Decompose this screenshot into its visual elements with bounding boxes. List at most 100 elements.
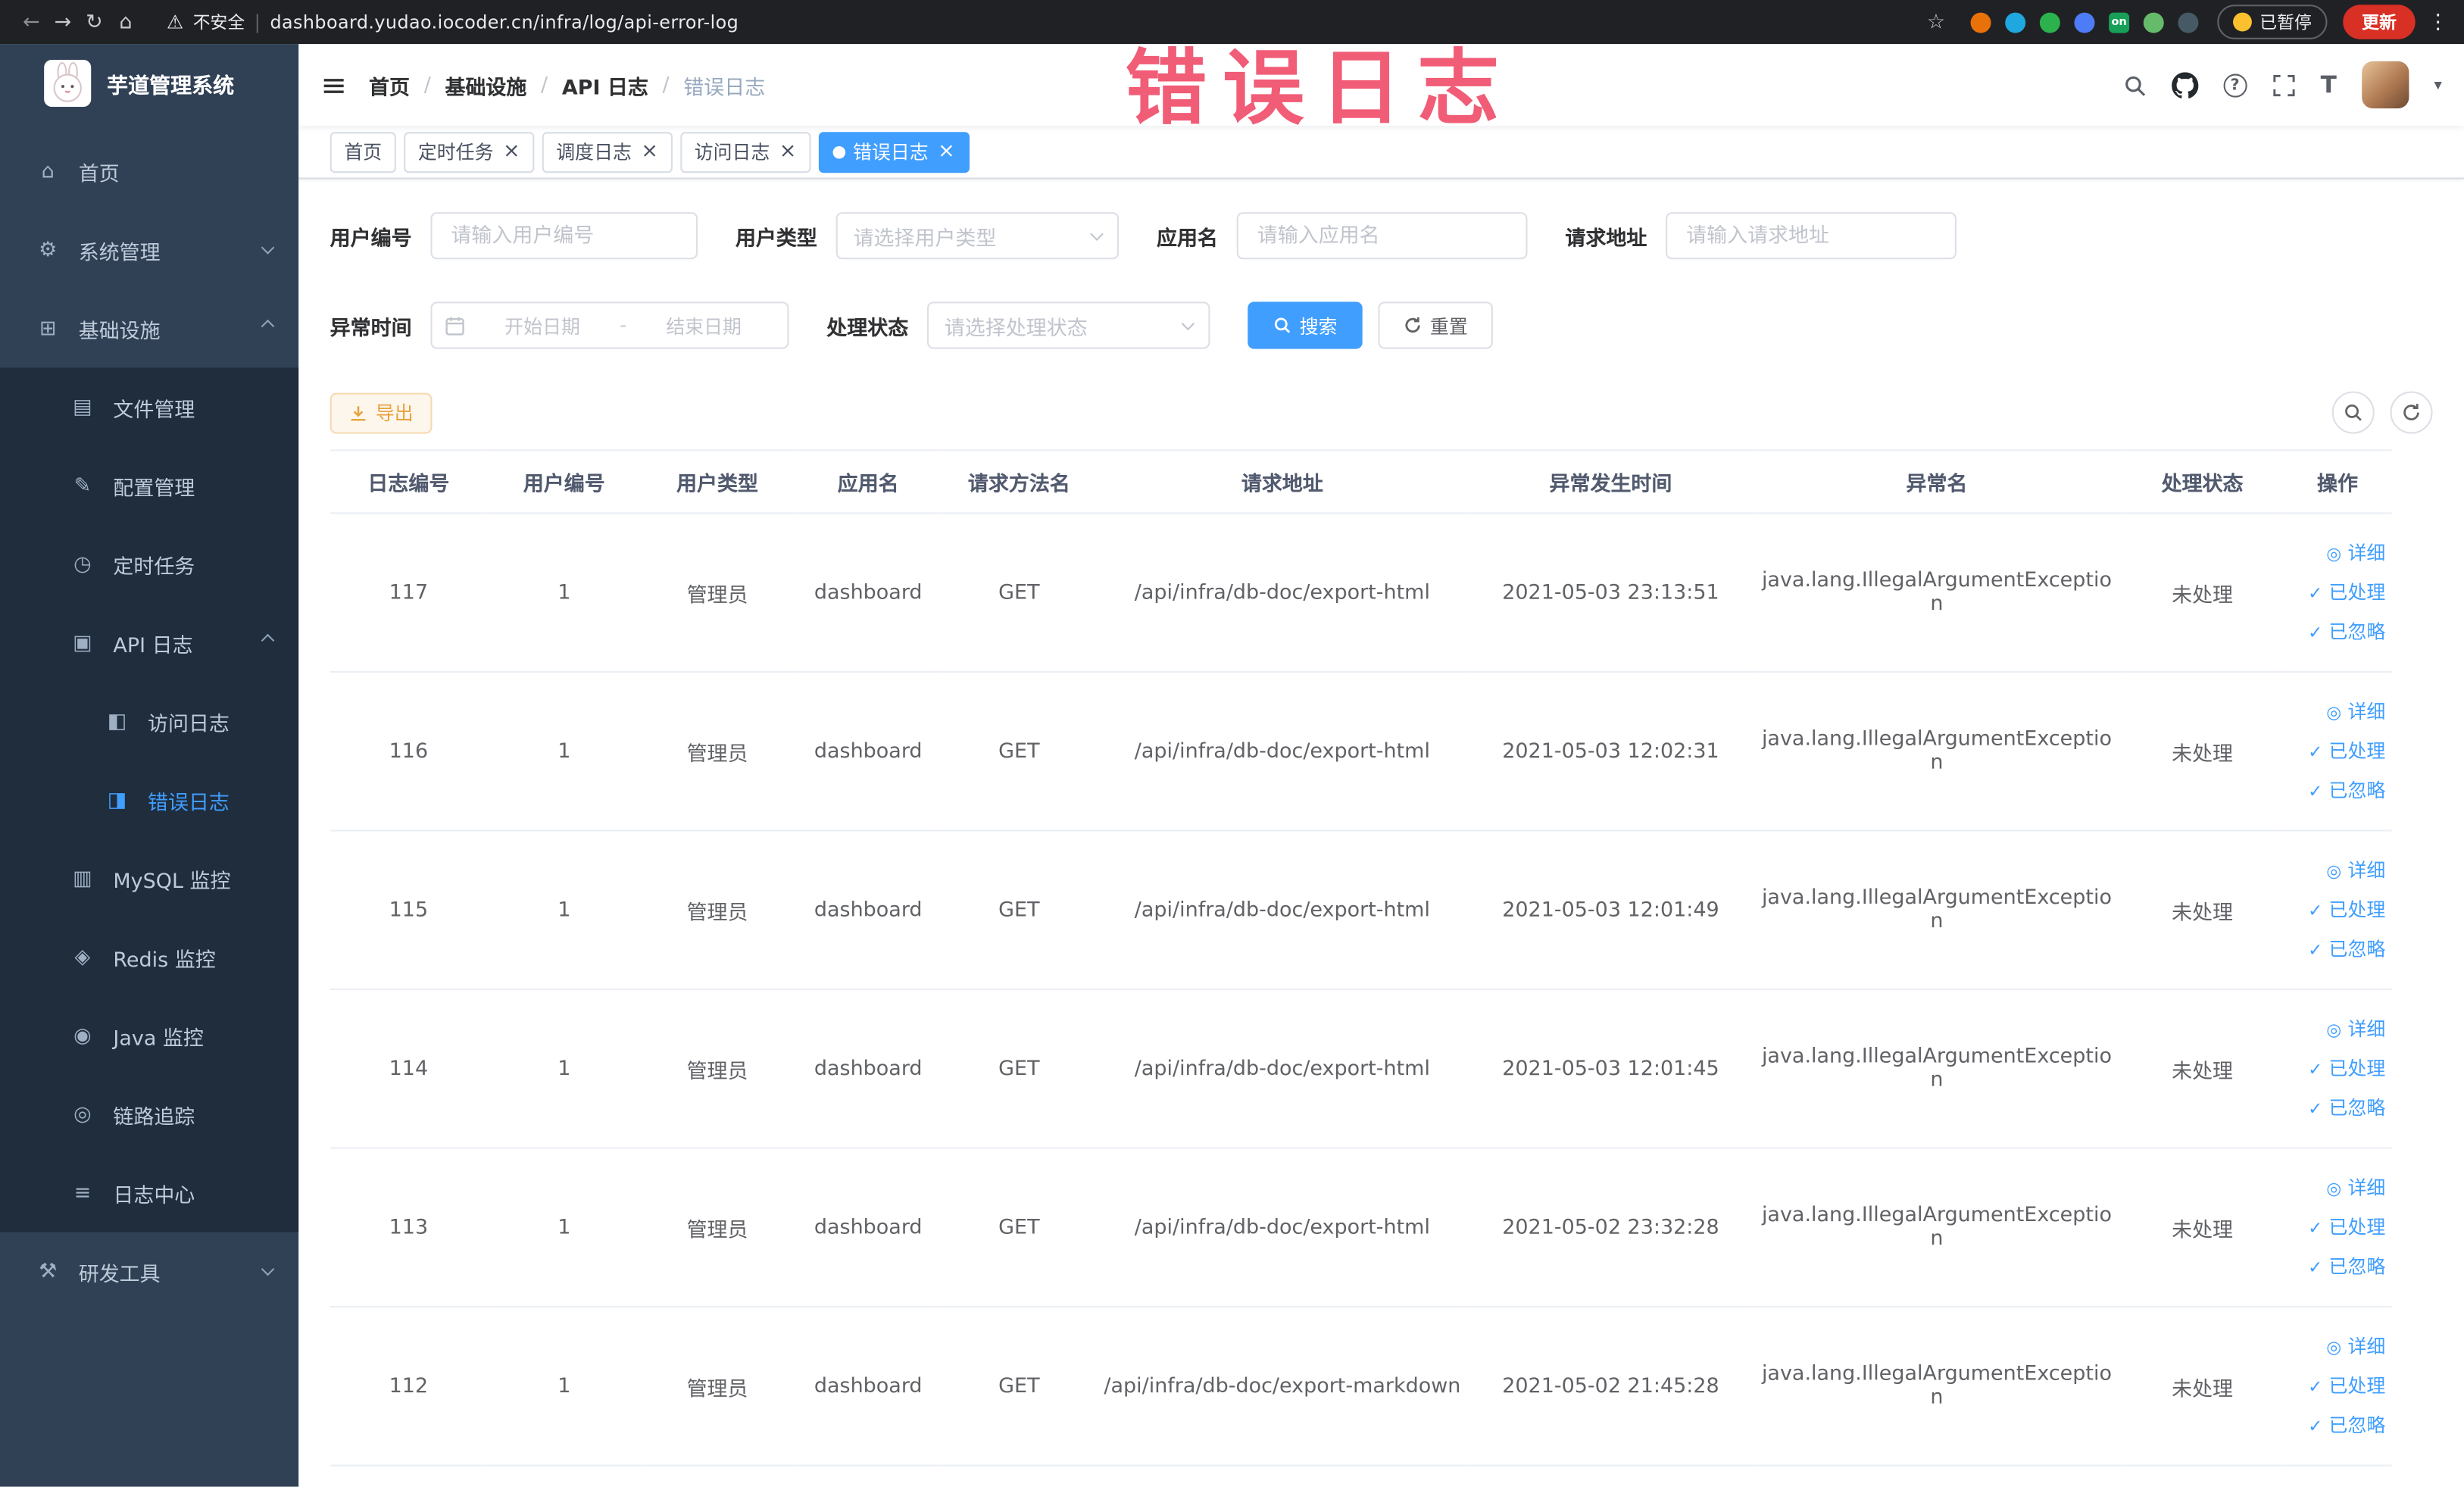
date-range-picker[interactable]: 开始日期 - 结束日期: [430, 301, 789, 349]
action-label: 已处理: [2328, 739, 2386, 762]
browser-menu-icon[interactable]: ⋮: [2428, 10, 2448, 33]
action-detail-link[interactable]: ◎ 详细: [2290, 851, 2385, 890]
action-detail-link[interactable]: ◎ 详细: [2290, 1010, 2385, 1049]
hamburger-icon[interactable]: ≡: [298, 66, 369, 104]
extension-dark-paw[interactable]: [2178, 11, 2199, 33]
paused-extension-badge[interactable]: 已暂停: [2217, 5, 2328, 39]
reload-icon[interactable]: ↻: [79, 10, 110, 33]
sidebar-item-trace[interactable]: ◎ 链路追踪: [0, 1075, 299, 1154]
site-security-chip[interactable]: ⚠ 不安全: [167, 9, 245, 34]
sidebar-item-java-monitor[interactable]: ◉ Java 监控: [0, 996, 299, 1076]
table-tools: [2331, 391, 2433, 434]
extension-green-on-badge[interactable]: on: [2109, 11, 2130, 33]
action-processed-link[interactable]: ✓ 已处理: [2290, 890, 2385, 929]
filter-row-2: 异常时间 开始日期 - 结束日期 处理状态 请选择处理状态 搜索 重置: [330, 301, 2433, 349]
fullscreen-icon[interactable]: [2272, 73, 2295, 96]
close-icon[interactable]: ×: [938, 142, 955, 162]
action-ignored-link[interactable]: ✓ 已忽略: [2290, 1406, 2385, 1445]
emoji-icon: [2233, 12, 2252, 32]
user-avatar[interactable]: [2362, 61, 2409, 109]
search-icon[interactable]: [2122, 73, 2146, 96]
update-button[interactable]: 更新: [2343, 5, 2416, 39]
extension-blue-grid[interactable]: [2074, 11, 2095, 33]
sidebar-item-label: 错误日志: [148, 791, 230, 815]
action-detail-link[interactable]: ◎ 详细: [2290, 1168, 2385, 1207]
action-detail-link[interactable]: ◎ 详细: [2290, 692, 2385, 732]
check-icon: ✓: [2308, 582, 2323, 603]
user-type-select[interactable]: 请选择用户类型: [835, 212, 1120, 260]
cell-exception: java.lang.IllegalArgumentException: [1752, 513, 2122, 673]
sidebar-item-scheduled-tasks[interactable]: ◷ 定时任务: [0, 524, 299, 604]
user-id-input[interactable]: [430, 212, 698, 260]
action-detail-link[interactable]: ◎ 详细: [2290, 533, 2385, 573]
sidebar-item-config-management[interactable]: ✎ 配置管理: [0, 446, 299, 525]
action-ignored-link[interactable]: ✓ 已忽略: [2290, 1089, 2385, 1128]
sidebar-item-dev-tools[interactable]: ⚒ 研发工具: [0, 1232, 298, 1311]
date-start-placeholder[interactable]: 开始日期: [471, 312, 613, 339]
caret-down-icon[interactable]: ▾: [2434, 77, 2442, 94]
column-header-exception-name: 异常名: [1752, 449, 2122, 514]
refresh-button[interactable]: [2390, 391, 2433, 434]
action-ignored-link[interactable]: ✓ 已忽略: [2290, 612, 2385, 651]
hide-search-button[interactable]: [2331, 391, 2375, 434]
back-icon[interactable]: ←: [16, 10, 47, 33]
tab-access-log[interactable]: 访问日志 ×: [680, 131, 811, 173]
breadcrumb-item[interactable]: API 日志: [562, 70, 648, 100]
action-ignored-link[interactable]: ✓ 已忽略: [2290, 771, 2385, 811]
cell-app: dashboard: [793, 1307, 943, 1467]
sidebar-item-file-management[interactable]: ▤ 文件管理: [0, 367, 299, 447]
chevron-down-icon: [1181, 316, 1195, 330]
table-row: 117 1 管理员 dashboard GET/api/infra/db-doc/exp…: [329, 513, 2392, 673]
sidebar-item-redis-monitor[interactable]: ◈ Redis 监控: [0, 917, 299, 997]
process-status-select[interactable]: 请选择处理状态: [927, 301, 1210, 349]
reset-button[interactable]: 重置: [1378, 301, 1494, 349]
action-processed-link[interactable]: ✓ 已处理: [2290, 1049, 2385, 1089]
action-processed-link[interactable]: ✓ 已处理: [2290, 732, 2386, 771]
extension-orange-circle[interactable]: [1970, 11, 1991, 33]
help-icon[interactable]: ?: [2223, 73, 2247, 97]
extension-green-circle[interactable]: [2039, 11, 2060, 33]
tab-scheduled-tasks[interactable]: 定时任务 ×: [404, 131, 535, 173]
sidebar-item-error-log[interactable]: ◨ 错误日志: [0, 761, 299, 839]
extension-leaf[interactable]: [2143, 11, 2164, 33]
github-icon[interactable]: [2171, 71, 2198, 98]
export-button[interactable]: 导出: [329, 392, 433, 433]
action-ignored-link[interactable]: ✓ 已忽略: [2290, 1247, 2385, 1286]
browser-home-icon[interactable]: ⌂: [110, 10, 141, 33]
mysql-icon: ▥: [73, 867, 92, 891]
tab-schedule-log[interactable]: 调度日志 ×: [542, 131, 673, 173]
action-processed-link[interactable]: ✓ 已处理: [2290, 1367, 2385, 1406]
sidebar-item-home[interactable]: ⌂ 首页: [0, 132, 298, 211]
action-processed-link[interactable]: ✓ 已处理: [2290, 573, 2385, 612]
action-detail-link[interactable]: ◎ 详细: [2290, 1327, 2385, 1367]
close-icon[interactable]: ×: [779, 142, 797, 162]
breadcrumb-item[interactable]: 基础设施: [445, 70, 526, 100]
extension-blue-drop[interactable]: [2005, 11, 2026, 33]
sidebar-item-access-log[interactable]: ◧ 访问日志: [0, 682, 299, 761]
sidebar-item-api-log[interactable]: ▣ API 日志: [0, 603, 299, 683]
app-name-input[interactable]: [1236, 212, 1528, 260]
close-icon[interactable]: ×: [641, 142, 658, 162]
tab-home[interactable]: 首页: [329, 131, 396, 173]
date-end-placeholder[interactable]: 结束日期: [632, 312, 774, 339]
breadcrumb-item[interactable]: 首页: [369, 70, 410, 100]
action-ignored-link[interactable]: ✓ 已忽略: [2290, 929, 2385, 969]
close-icon[interactable]: ×: [503, 142, 520, 162]
request-url-input[interactable]: [1666, 212, 1957, 260]
filter-user-type: 用户类型 请选择用户类型: [735, 212, 1120, 260]
forward-icon[interactable]: →: [47, 10, 78, 33]
cell-method: GET: [942, 830, 1096, 991]
font-size-icon[interactable]: T: [2321, 70, 2337, 98]
cell-user_type: 管理员: [641, 1148, 794, 1308]
check-icon: ✓: [2308, 1058, 2323, 1079]
search-button[interactable]: 搜索: [1248, 301, 1363, 349]
bookmark-star-icon[interactable]: ☆: [1920, 10, 1951, 33]
address-bar-url[interactable]: dashboard.yudao.iocoder.cn/infra/log/api…: [270, 11, 739, 33]
tab-error-log[interactable]: 错误日志 ×: [818, 131, 970, 173]
sidebar-item-infrastructure[interactable]: ⊞ 基础设施: [0, 289, 298, 368]
sidebar-item-mysql-monitor[interactable]: ▥ MySQL 监控: [0, 839, 299, 918]
action-processed-link[interactable]: ✓ 已处理: [2290, 1207, 2385, 1247]
trace-icon: ◎: [73, 1102, 92, 1126]
sidebar-item-log-center[interactable]: ≡ 日志中心: [0, 1153, 299, 1232]
sidebar-item-system-management[interactable]: ⚙ 系统管理: [0, 211, 298, 289]
